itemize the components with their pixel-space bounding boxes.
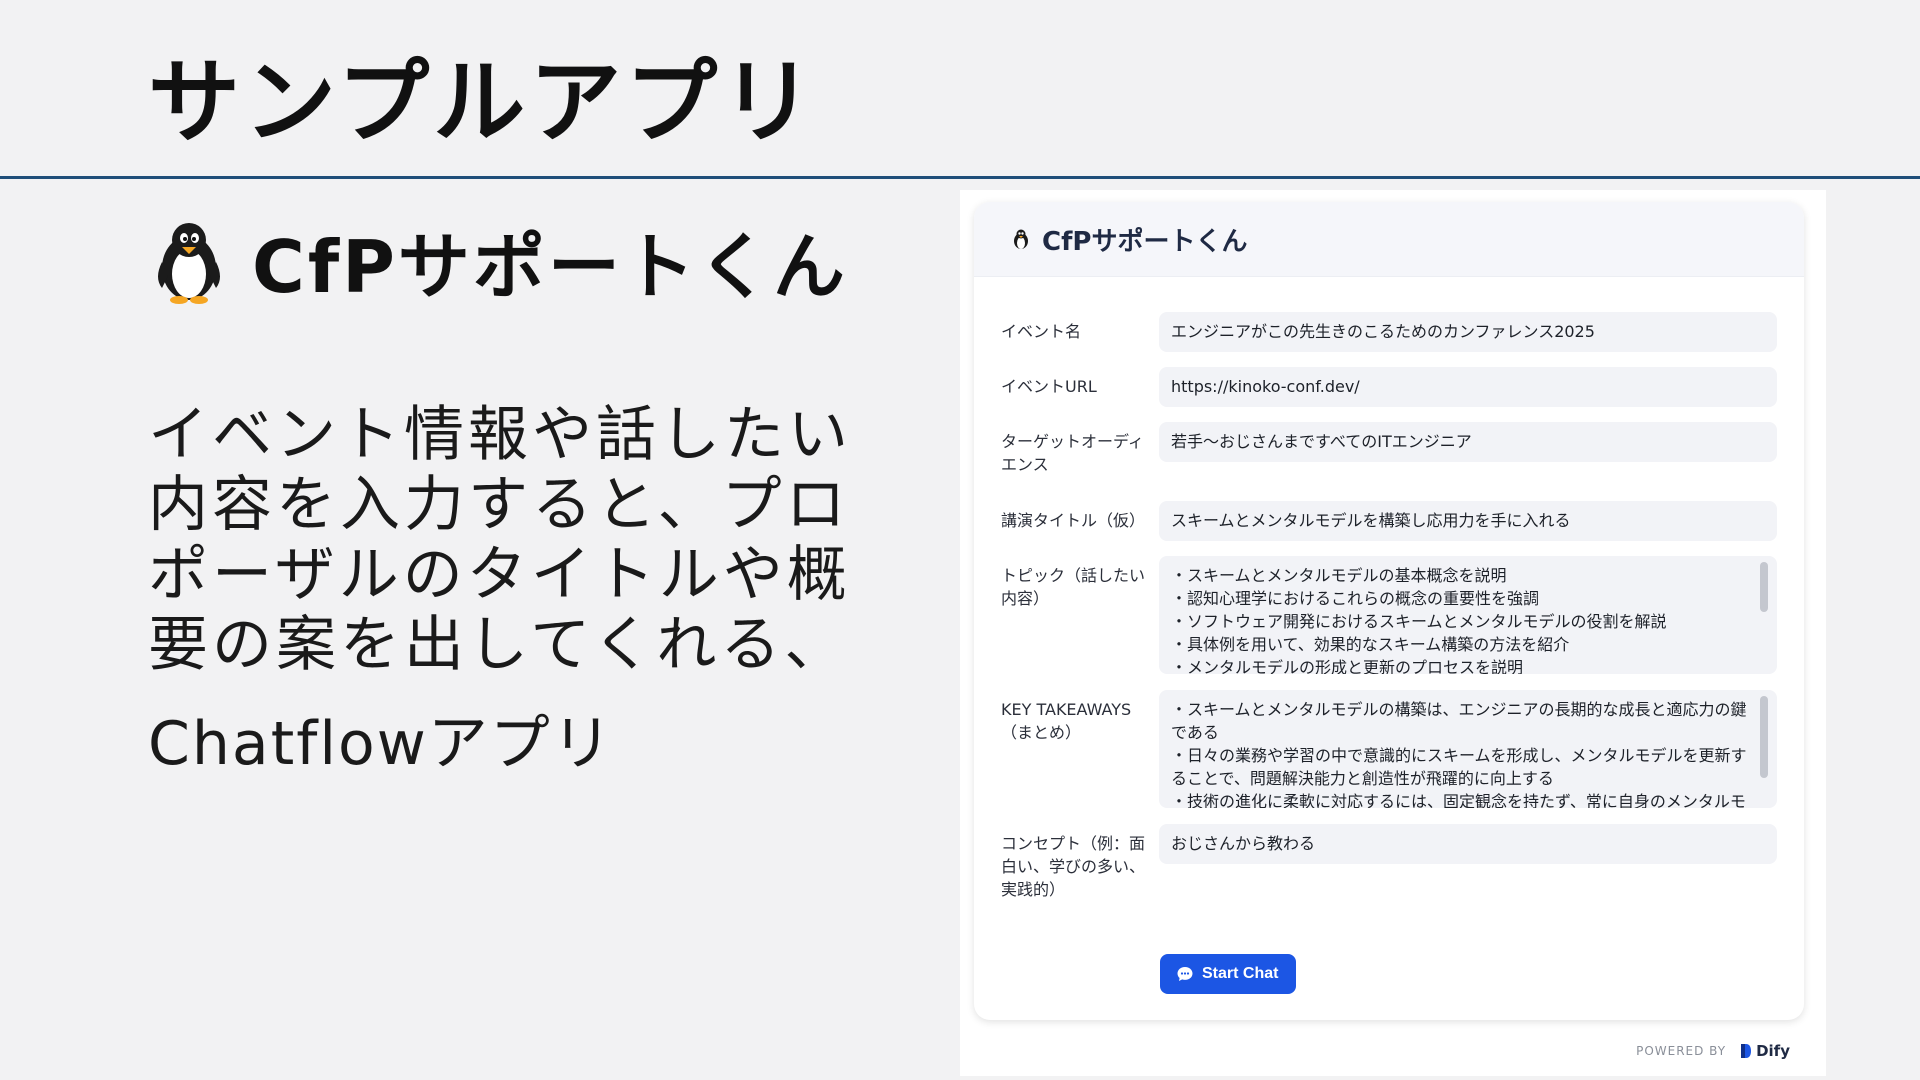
app-description: イベント情報や話したい内容を入力すると、プロポーザルのタイトルや概要の案を出して…: [148, 400, 852, 680]
talk-title-label: 講演タイトル（仮）: [1001, 511, 1146, 530]
topic-line: ・スキームとメンタルモデルの基本概念を説明: [1171, 566, 1507, 585]
app-heading: CfPサポートくん: [148, 208, 848, 313]
start-chat-label: Start Chat: [1202, 965, 1279, 982]
slide: サンプルアプリ CfPサポートくん イベント情報や話したい内容を入力すると、プロ…: [0, 0, 1920, 1080]
topic-textarea[interactable]: ・スキームとメンタルモデルの基本概念を説明 ・認知心理学におけるこれらの概念の重…: [1159, 556, 1777, 674]
talk-title-input[interactable]: スキームとメンタルモデルを構築し応用力を手に入れる: [1159, 501, 1777, 541]
concept-input[interactable]: おじさんから教わる: [1159, 824, 1777, 864]
app-description-line2: Chatflowアプリ: [148, 709, 614, 779]
event-name-label: イベント名: [1001, 322, 1082, 341]
start-chat-button[interactable]: Start Chat: [1160, 954, 1297, 994]
topic-line: ・認知心理学におけるこれらの概念の重要性を強調: [1171, 589, 1540, 608]
event-url-input[interactable]: https://kinoko-conf.dev/: [1159, 367, 1777, 407]
app-name: CfPサポートくん: [252, 225, 848, 309]
target-audience-label: ターゲットオーディエンス: [1001, 432, 1144, 474]
powered-by-footer: POWERED BY Dify: [1636, 1042, 1790, 1060]
dify-brand-text: Dify: [1756, 1042, 1790, 1060]
penguin-icon: [1014, 229, 1028, 249]
title-divider: [0, 176, 1920, 179]
target-audience-input[interactable]: 若手〜おじさんまですべてのITエンジニア: [1159, 422, 1777, 462]
key-takeaways-textarea[interactable]: ・スキームとメンタルモデルの構築は、エンジニアの長期的な成長と適応力の鍵である …: [1159, 690, 1777, 808]
card-title: CfPサポートくん: [1042, 226, 1248, 257]
app-form-card: CfPサポートくん イベント名 エンジニアがこの先生きのこるためのカンファレンス…: [974, 202, 1804, 1020]
concept-label: コンセプト（例：面白い、学びの多い、実践的）: [1001, 834, 1146, 899]
topic-scroll-thumb[interactable]: [1760, 562, 1768, 612]
takeaway-line: ・日々の業務や学習の中で意識的にスキームを形成し、メンタルモデルを更新することで…: [1171, 746, 1747, 788]
key-takeaways-label: KEY TAKEAWAYS（まとめ）: [1001, 700, 1132, 742]
penguin-icon: [158, 222, 220, 304]
takeaway-line: ・技術の進化に柔軟に対応するには、固定観念を持たず、常に自身のメンタルモ: [1171, 792, 1746, 808]
dify-logo[interactable]: Dify: [1740, 1042, 1790, 1060]
key-takeaways-scroll-thumb[interactable]: [1760, 696, 1768, 778]
takeaway-line: ・スキームとメンタルモデルの構築は、エンジニアの長期的な成長と適応力の鍵である: [1171, 700, 1747, 742]
topic-line: ・ソフトウェア開発におけるスキームとメンタルモデルの役割を解説: [1171, 612, 1667, 631]
topic-line: ・メンタルモデルの形成と更新のプロセスを説明: [1171, 658, 1524, 674]
chat-bubble-icon: [1177, 967, 1193, 981]
topic-label: トピック（話したい内容）: [1001, 566, 1146, 608]
powered-by-text: POWERED BY: [1636, 1044, 1727, 1058]
card-header: CfPサポートくん: [974, 202, 1804, 277]
event-url-label: イベントURL: [1001, 377, 1097, 396]
topic-line: ・具体例を用いて、効果的なスキーム構築の方法を紹介: [1171, 635, 1570, 654]
event-name-input[interactable]: エンジニアがこの先生きのこるためのカンファレンス2025: [1159, 312, 1777, 352]
slide-title: サンプルアプリ: [148, 49, 818, 156]
topic-scrollbar[interactable]: [1759, 560, 1769, 670]
key-takeaways-scrollbar[interactable]: [1759, 694, 1769, 804]
dify-logo-icon: [1741, 1044, 1752, 1058]
dify-app-window: CfPサポートくん イベント名 エンジニアがこの先生きのこるためのカンファレンス…: [960, 190, 1826, 1076]
